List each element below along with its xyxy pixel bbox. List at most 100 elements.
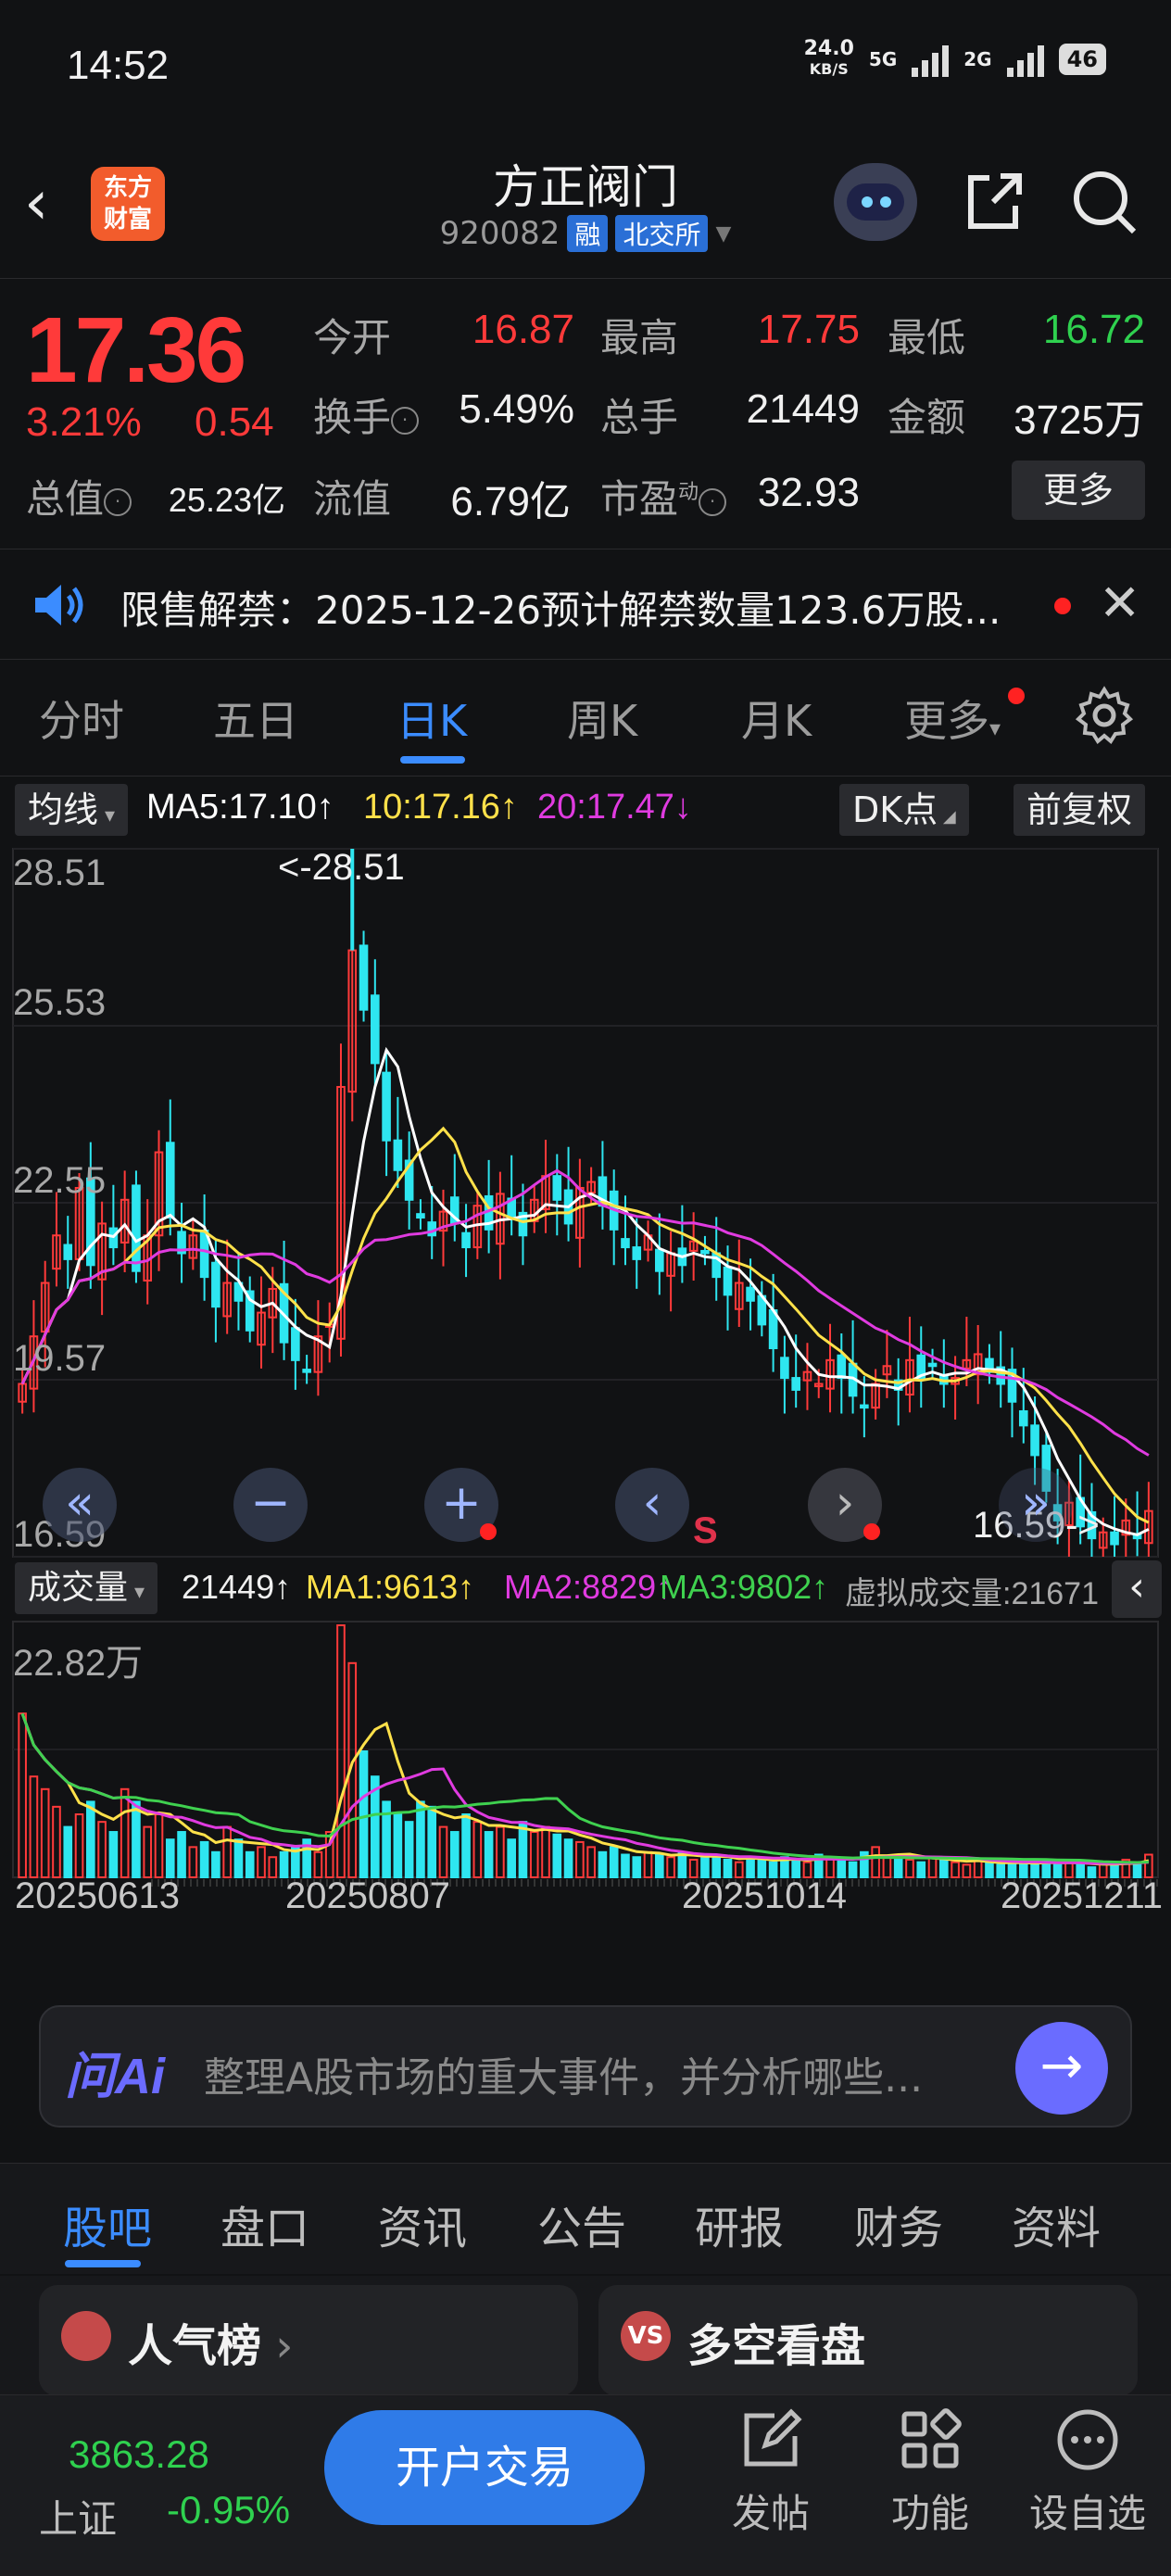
- amount-value: 3725万: [1014, 398, 1145, 443]
- vol-ma3-line: [20, 1712, 1149, 1864]
- candle-down: [359, 944, 369, 1011]
- adjust-button[interactable]: 前复权: [1014, 784, 1146, 836]
- candle-down: [371, 994, 380, 1065]
- tab-research[interactable]: 研报: [695, 2191, 784, 2256]
- tab-finance[interactable]: 财务: [854, 2191, 943, 2256]
- dk-point-button[interactable]: DK点 ◢: [839, 784, 969, 836]
- vol-ma2-value: MA2:8829↑: [504, 1568, 674, 1606]
- volume-bar-down: [939, 1858, 949, 1878]
- info-icon[interactable]: ·: [699, 487, 727, 516]
- post-button[interactable]: 发帖: [697, 2406, 845, 2539]
- ma10-value: 10:17.16↑: [363, 788, 518, 827]
- volume-bar-up: [18, 1712, 27, 1879]
- zoom-out-icon[interactable]: −: [233, 1468, 308, 1542]
- open-account-trade-button[interactable]: 开户交易: [324, 2410, 645, 2525]
- tab-daily-k[interactable]: 日K: [397, 688, 467, 749]
- price-axis-label: 19.57: [13, 1338, 107, 1379]
- rewind-icon[interactable]: «: [43, 1468, 117, 1542]
- ai-logo: 问Ai: [65, 2049, 165, 2104]
- tab-monthly-k[interactable]: 月K: [741, 688, 812, 749]
- info-icon[interactable]: ·: [391, 406, 420, 435]
- volume-bar-down: [359, 1750, 369, 1878]
- tab-orderbook[interactable]: 盘口: [220, 2191, 309, 2256]
- volume-bar-up: [586, 1846, 596, 1878]
- scroll-left-icon[interactable]: ‹: [615, 1468, 689, 1542]
- volume-bar-up: [575, 1840, 585, 1879]
- mktcap-value: 25.23亿: [168, 481, 285, 519]
- volume-bar-down: [449, 1831, 460, 1879]
- kline-chart-area[interactable]: 28.51 25.53 22.55 19.57 16.59 <-28.51 16…: [0, 841, 1171, 1970]
- float-value: 6.79亿: [450, 479, 571, 524]
- assistant-robot-icon[interactable]: [834, 163, 917, 241]
- functions-button[interactable]: 功能: [856, 2406, 1004, 2539]
- bull-bear-card[interactable]: VS 多空看盘: [598, 2285, 1138, 2396]
- fast-forward-icon[interactable]: »: [999, 1468, 1073, 1542]
- index-change: -0.95%: [167, 2488, 291, 2532]
- popularity-card[interactable]: 人气榜 ›: [39, 2285, 578, 2396]
- ai-search-bar[interactable]: 问Ai 整理A股市场的重大事件，并分析哪些... →: [39, 2005, 1132, 2128]
- volume-bar-down: [199, 1840, 209, 1879]
- volume-bar-down: [245, 1850, 255, 1879]
- scroll-right-icon[interactable]: ›: [808, 1468, 882, 1542]
- gear-icon[interactable]: [1075, 686, 1134, 745]
- volume-bar-up: [29, 1775, 39, 1879]
- ai-prompt[interactable]: 整理A股市场的重大事件，并分析哪些...: [204, 2044, 923, 2103]
- tab-weekly-k[interactable]: 周K: [567, 688, 637, 749]
- volume-bar-up: [154, 1813, 164, 1878]
- more-quote-button[interactable]: 更多: [1012, 461, 1145, 520]
- volume-label: 总手: [600, 395, 679, 440]
- add-watchlist-button[interactable]: 设自选: [1014, 2406, 1162, 2539]
- feature-cards: 人气榜 › VS 多空看盘: [0, 2276, 1171, 2396]
- volume-bar-up: [871, 1846, 880, 1878]
- volume-value: 21449: [746, 386, 860, 432]
- close-icon[interactable]: ✕: [1099, 574, 1140, 632]
- volume-bar-up: [97, 1821, 107, 1879]
- candle-down: [393, 1139, 403, 1171]
- tab-profile[interactable]: 资料: [1012, 2191, 1101, 2256]
- battery-icon: 46: [1058, 44, 1106, 75]
- candle-down: [302, 1369, 311, 1373]
- arrow-right-icon[interactable]: →: [1015, 2022, 1108, 2115]
- tab-announcements[interactable]: 公告: [537, 2191, 626, 2256]
- net-type-1: 5G: [868, 48, 898, 70]
- search-icon[interactable]: [1067, 165, 1141, 239]
- vol-ma1-value: MA1:9613↑: [306, 1568, 475, 1606]
- signal-icon: [1006, 42, 1044, 77]
- tab-intraday[interactable]: 分时: [39, 688, 124, 749]
- zoom-in-icon[interactable]: +: [424, 1468, 498, 1542]
- share-icon[interactable]: [956, 165, 1030, 239]
- exchange-badge: 北交所: [615, 215, 709, 252]
- volume-bar-down: [393, 1813, 403, 1878]
- unread-dot: [1008, 688, 1025, 704]
- volume-bar-up: [927, 1856, 938, 1878]
- card-title: 人气榜 ›: [128, 2320, 294, 2372]
- more-dots-icon: [1057, 2409, 1118, 2470]
- price-axis-label: 28.51: [13, 852, 107, 893]
- kline-svg[interactable]: [0, 841, 1171, 1970]
- unlock-notice[interactable]: 限售解禁：2025-12-26预计解禁数量123.6万股... ✕: [0, 549, 1171, 660]
- volume-bar-up: [268, 1856, 278, 1878]
- candle-down: [746, 1286, 755, 1302]
- index-value[interactable]: 3863.28: [69, 2432, 209, 2477]
- volume-axis-label: 22.82万: [13, 1643, 144, 1684]
- volume-indicator-select[interactable]: 成交量 ▾: [15, 1562, 158, 1614]
- candle-down: [791, 1377, 800, 1391]
- float-label: 流值: [313, 476, 392, 522]
- quote-panel: 17.36 3.21% 0.54 今开 16.87 最高 17.75 最低 16…: [0, 278, 1171, 547]
- tab-guba[interactable]: 股吧: [63, 2191, 152, 2256]
- tab-five-day[interactable]: 五日: [213, 688, 298, 749]
- candle-down: [1030, 1424, 1039, 1457]
- volume-bar-down: [563, 1838, 573, 1878]
- volume-bar-down: [632, 1856, 642, 1878]
- volume-bar-up: [120, 1787, 130, 1878]
- info-icon[interactable]: ·: [104, 487, 132, 516]
- indicator-select[interactable]: 均线 ▾: [15, 784, 129, 836]
- vs-icon: VS: [621, 2311, 671, 2361]
- content-tabs: 股吧 盘口 资讯 公告 研报 财务 资料: [0, 2163, 1171, 2274]
- volume-bar-down: [63, 1825, 73, 1878]
- tab-more[interactable]: 更多▾: [904, 688, 1001, 749]
- tab-news[interactable]: 资讯: [378, 2191, 467, 2256]
- chevron-down-icon: ▼: [715, 221, 732, 246]
- collapse-panel-icon[interactable]: ‹: [1112, 1560, 1162, 1618]
- high-label: 最高: [600, 315, 679, 360]
